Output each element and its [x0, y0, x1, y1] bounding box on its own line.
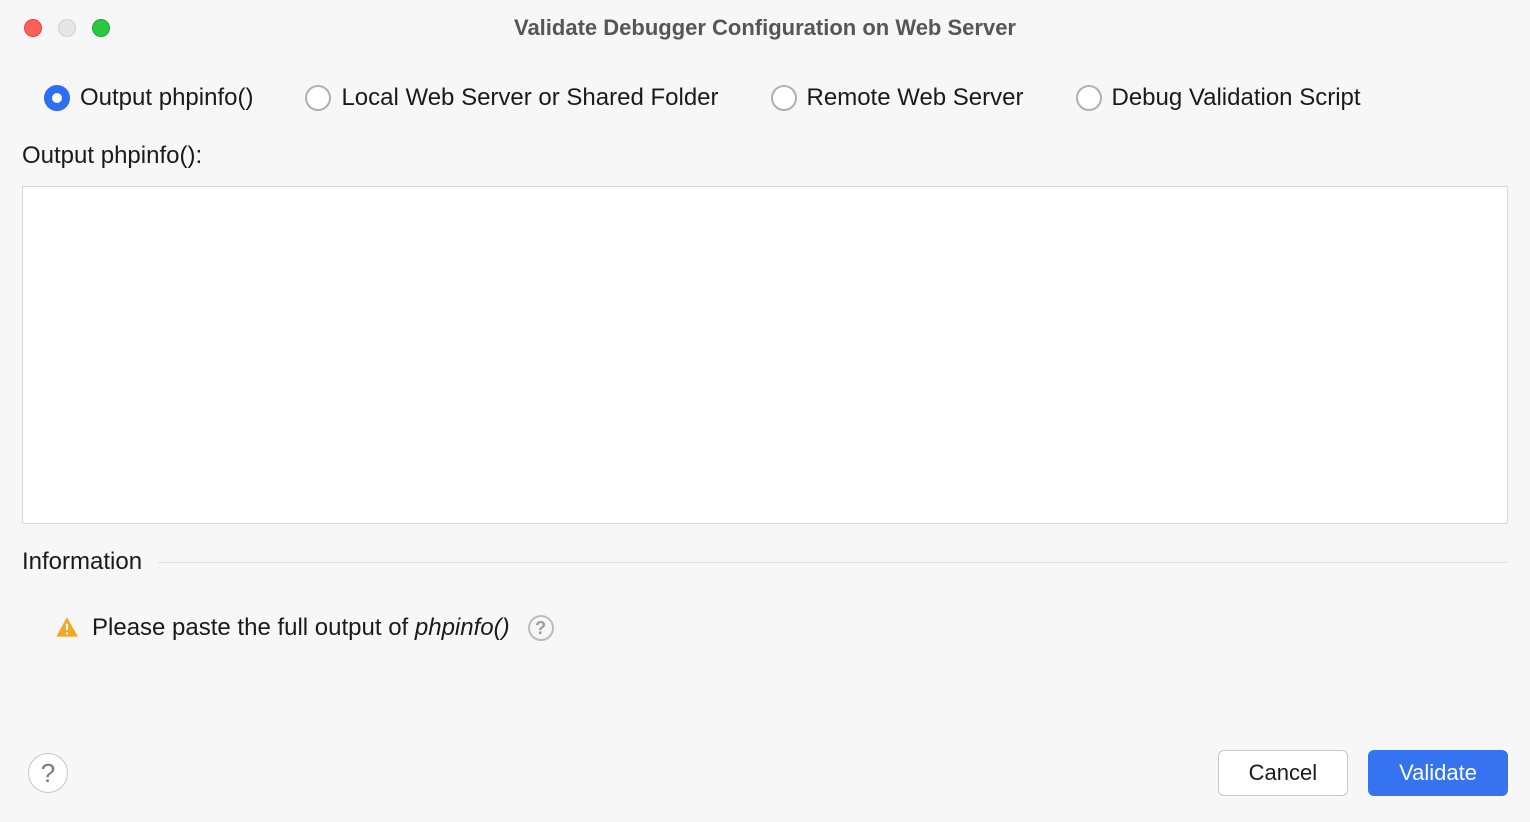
mode-radio-group: Output phpinfo() Local Web Server or Sha…	[0, 56, 1530, 142]
minimize-window-button[interactable]	[58, 19, 76, 37]
information-text: Please paste the full output of phpinfo(…	[92, 614, 510, 642]
radio-output-phpinfo[interactable]: Output phpinfo()	[44, 84, 253, 112]
radio-label: Local Web Server or Shared Folder	[341, 84, 718, 112]
information-section-title: Information	[22, 548, 142, 576]
dialog-window: Validate Debugger Configuration on Web S…	[0, 0, 1530, 822]
window-title: Validate Debugger Configuration on Web S…	[0, 15, 1530, 41]
info-text-italic: phpinfo()	[415, 614, 510, 641]
info-help-icon[interactable]: ?	[528, 615, 554, 641]
validate-button[interactable]: Validate	[1368, 750, 1508, 796]
radio-debug-validation-script[interactable]: Debug Validation Script	[1076, 84, 1361, 112]
dialog-footer: ? Cancel Validate	[0, 730, 1530, 822]
radio-indicator-icon	[771, 85, 797, 111]
traffic-lights	[0, 19, 110, 37]
info-text-prefix: Please paste the full output of	[92, 614, 415, 641]
titlebar: Validate Debugger Configuration on Web S…	[0, 0, 1530, 56]
radio-label: Output phpinfo()	[80, 84, 253, 112]
phpinfo-output-textarea[interactable]	[22, 186, 1508, 524]
radio-label: Debug Validation Script	[1112, 84, 1361, 112]
radio-local-web-server[interactable]: Local Web Server or Shared Folder	[305, 84, 718, 112]
close-window-button[interactable]	[24, 19, 42, 37]
radio-indicator-icon	[305, 85, 331, 111]
content-area: Output phpinfo(): Information Please pas…	[0, 142, 1530, 730]
radio-indicator-icon	[44, 85, 70, 111]
radio-indicator-icon	[1076, 85, 1102, 111]
maximize-window-button[interactable]	[92, 19, 110, 37]
help-button[interactable]: ?	[28, 753, 68, 793]
information-message: Please paste the full output of phpinfo(…	[22, 576, 1508, 642]
section-divider	[158, 562, 1508, 563]
phpinfo-output-label: Output phpinfo():	[22, 142, 1508, 170]
information-section-header: Information	[22, 548, 1508, 576]
radio-remote-web-server[interactable]: Remote Web Server	[771, 84, 1024, 112]
warning-icon	[54, 615, 80, 641]
cancel-button[interactable]: Cancel	[1218, 750, 1348, 796]
radio-label: Remote Web Server	[807, 84, 1024, 112]
